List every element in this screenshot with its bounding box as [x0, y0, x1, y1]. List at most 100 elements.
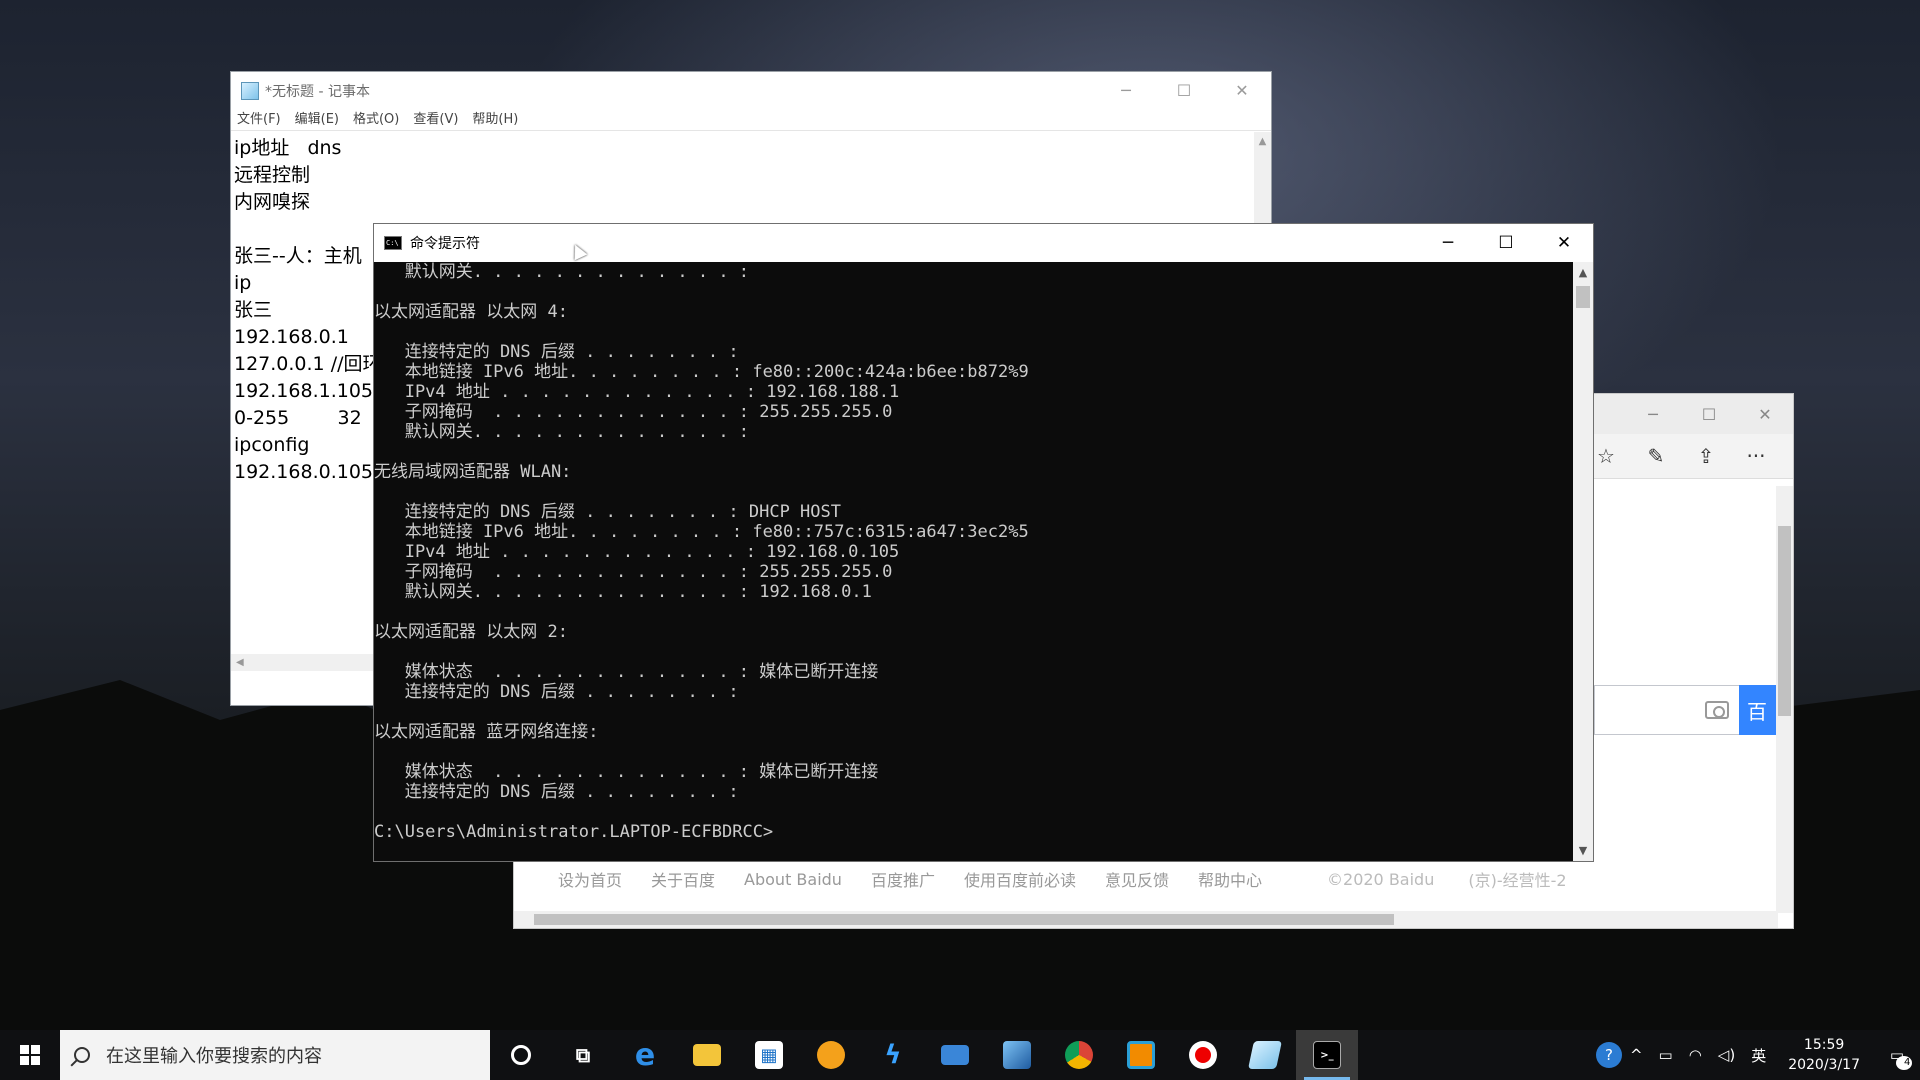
cortana-button[interactable]	[490, 1030, 552, 1080]
cmd-output-line: 子网掩码 . . . . . . . . . . . . : 255.255.2…	[374, 402, 893, 422]
baidu-search-input[interactable]	[1594, 685, 1739, 735]
footer-link-terms[interactable]: 使用百度前必读	[964, 867, 1076, 891]
cmd-output-line	[374, 602, 1573, 622]
help-icon[interactable]: ?	[1595, 1042, 1622, 1068]
cmd-output-line	[374, 802, 1573, 822]
store-taskbar-button[interactable]: ▦	[738, 1030, 800, 1080]
store-icon: ▦	[755, 1041, 783, 1069]
menu-edit[interactable]: 编辑(E)	[295, 109, 339, 130]
taskbar-search-placeholder: 在这里输入你要搜索的内容	[106, 1046, 322, 1067]
edge-taskbar-button[interactable]: e	[614, 1030, 676, 1080]
notepad-menubar: 文件(F) 编辑(E) 格式(O) 查看(V) 帮助(H)	[231, 109, 1271, 131]
notepad-close-button[interactable]: ✕	[1213, 72, 1271, 109]
chevron-up-icon[interactable]: ^	[1622, 1046, 1651, 1064]
square-app-icon	[1127, 1041, 1155, 1069]
record-icon	[1189, 1041, 1217, 1069]
cmd-output-line: 连接特定的 DNS 后缀 . . . . . . . :	[374, 342, 739, 362]
footer-copyright: ©2020 Baidu	[1327, 869, 1435, 889]
browser-minimize-button[interactable]: ─	[1625, 394, 1681, 434]
cmd-output-line: 连接特定的 DNS 后缀 . . . . . . . :	[374, 782, 739, 802]
cmd-output-line: 媒体状态 . . . . . . . . . . . . : 媒体已断开连接	[374, 662, 879, 682]
cmd-close-button[interactable]: ✕	[1535, 224, 1593, 262]
browser-horizontal-scrollbar[interactable]	[514, 911, 1778, 928]
baidu-footer: 设为首页 关于百度 About Baidu 百度推广 使用百度前必读 意见反馈 …	[514, 861, 1778, 897]
battery-icon[interactable]: ▭	[1651, 1046, 1681, 1064]
app-blue-taskbar-button[interactable]: ϟ	[862, 1030, 924, 1080]
cmd-output-line: 以太网适配器 以太网 4:	[374, 302, 568, 322]
cmd-taskbar-button[interactable]: >_	[1296, 1030, 1358, 1080]
pen-icon[interactable]: ✎	[1631, 444, 1681, 468]
notepad-maximize-button[interactable]: ☐	[1155, 72, 1213, 109]
cmd-output[interactable]: 默认网关. . . . . . . . . . . . . : 以太网适配器 以太…	[374, 262, 1573, 861]
footer-link-help[interactable]: 帮助中心	[1198, 867, 1262, 891]
cmd-titlebar[interactable]: C:\ 命令提示符 ─ ☐ ✕	[374, 224, 1593, 262]
notepad-minimize-button[interactable]: ─	[1097, 72, 1155, 109]
taskbar-search-box[interactable]: 在这里输入你要搜索的内容	[60, 1030, 490, 1080]
cortana-icon	[511, 1045, 531, 1065]
wifi-icon[interactable]: ◠	[1681, 1046, 1710, 1064]
notification-count: 4	[1896, 1056, 1912, 1070]
browser-vertical-scrollbar[interactable]	[1776, 486, 1793, 913]
notepad-app-icon	[1248, 1041, 1282, 1069]
clock-date: 2020/3/17	[1788, 1057, 1860, 1073]
chrome-icon	[1065, 1041, 1093, 1069]
input-method-indicator[interactable]: 英	[1743, 1045, 1774, 1066]
footer-link-homepage[interactable]: 设为首页	[558, 867, 622, 891]
mail-taskbar-button[interactable]	[924, 1030, 986, 1080]
cmd-output-line: 默认网关. . . . . . . . . . . . . :	[374, 262, 750, 282]
taskbar: 在这里输入你要搜索的内容 ⧉ e ▦ ϟ >_ ? ^ ▭ ◠ ◁) 英 15:…	[0, 1030, 1920, 1080]
footer-link-about-en[interactable]: About Baidu	[744, 870, 842, 889]
volume-icon[interactable]: ◁)	[1710, 1046, 1743, 1064]
search-icon	[74, 1047, 90, 1063]
task-view-icon: ⧉	[575, 1043, 591, 1067]
menu-view[interactable]: 查看(V)	[413, 109, 458, 130]
chrome-taskbar-button[interactable]	[1048, 1030, 1110, 1080]
file-explorer-taskbar-button[interactable]	[676, 1030, 738, 1080]
cmd-minimize-button[interactable]: ─	[1419, 224, 1477, 262]
cmd-vertical-scrollbar[interactable]: ▲ ▼	[1573, 262, 1593, 861]
cmd-output-line: 连接特定的 DNS 后缀 . . . . . . . :	[374, 682, 739, 702]
cmd-output-line	[374, 642, 1573, 662]
notepad-line: 内网嗅探	[234, 191, 311, 213]
app-square-taskbar-button[interactable]	[1110, 1030, 1172, 1080]
notification-center-button[interactable]: ▭ 4	[1874, 1030, 1920, 1080]
cmd-output-line	[374, 482, 1573, 502]
footer-link-promotion[interactable]: 百度推广	[871, 867, 935, 891]
more-icon[interactable]: ···	[1731, 444, 1781, 468]
footer-link-about[interactable]: 关于百度	[651, 867, 715, 891]
lightning-icon: ϟ	[884, 1040, 902, 1070]
mail-icon	[941, 1045, 969, 1065]
start-button[interactable]	[0, 1030, 60, 1080]
cmd-output-line: C:\Users\Administrator.LAPTOP-ECFBDRCC>	[374, 822, 774, 842]
cmd-window[interactable]: C:\ 命令提示符 ─ ☐ ✕ 默认网关. . . . . . . . . . …	[373, 223, 1594, 862]
browser-maximize-button[interactable]: ☐	[1681, 394, 1737, 434]
folder-icon	[693, 1044, 721, 1066]
footer-license[interactable]: (京)-经营性-2	[1468, 867, 1566, 891]
recorder-taskbar-button[interactable]	[1172, 1030, 1234, 1080]
cmd-output-line	[374, 282, 1573, 302]
cmd-output-line: 以太网适配器 蓝牙网络连接:	[374, 722, 599, 742]
camera-icon[interactable]	[1705, 701, 1729, 719]
menu-format[interactable]: 格式(O)	[353, 109, 399, 130]
task-view-button[interactable]: ⧉	[552, 1030, 614, 1080]
cmd-output-line: 默认网关. . . . . . . . . . . . . : 192.168.…	[374, 582, 872, 602]
app-network-taskbar-button[interactable]	[986, 1030, 1048, 1080]
browser-close-button[interactable]: ✕	[1737, 394, 1793, 434]
cmd-maximize-button[interactable]: ☐	[1477, 224, 1535, 262]
clock[interactable]: 15:59 2020/3/17	[1774, 1035, 1874, 1075]
notepad-title: *无标题 - 记事本	[265, 83, 370, 100]
orange-app-icon	[817, 1041, 845, 1069]
share-icon[interactable]: ⇪	[1681, 444, 1731, 468]
edge-icon: e	[634, 1037, 656, 1073]
notepad-line: ip地址 dns	[234, 137, 342, 159]
notepad-titlebar[interactable]: *无标题 - 记事本 ─ ☐ ✕	[231, 72, 1271, 109]
baidu-search-button[interactable]: 百	[1739, 685, 1777, 735]
menu-help[interactable]: 帮助(H)	[472, 109, 518, 130]
system-tray: ? ^ ▭ ◠ ◁) 英 15:59 2020/3/17 ▭ 4	[1595, 1030, 1920, 1080]
notepad-taskbar-button[interactable]	[1234, 1030, 1296, 1080]
cmd-output-line	[374, 742, 1573, 762]
app-orange-taskbar-button[interactable]	[800, 1030, 862, 1080]
menu-file[interactable]: 文件(F)	[237, 109, 281, 130]
cmd-output-line: 媒体状态 . . . . . . . . . . . . : 媒体已断开连接	[374, 762, 879, 782]
footer-link-feedback[interactable]: 意见反馈	[1105, 867, 1169, 891]
